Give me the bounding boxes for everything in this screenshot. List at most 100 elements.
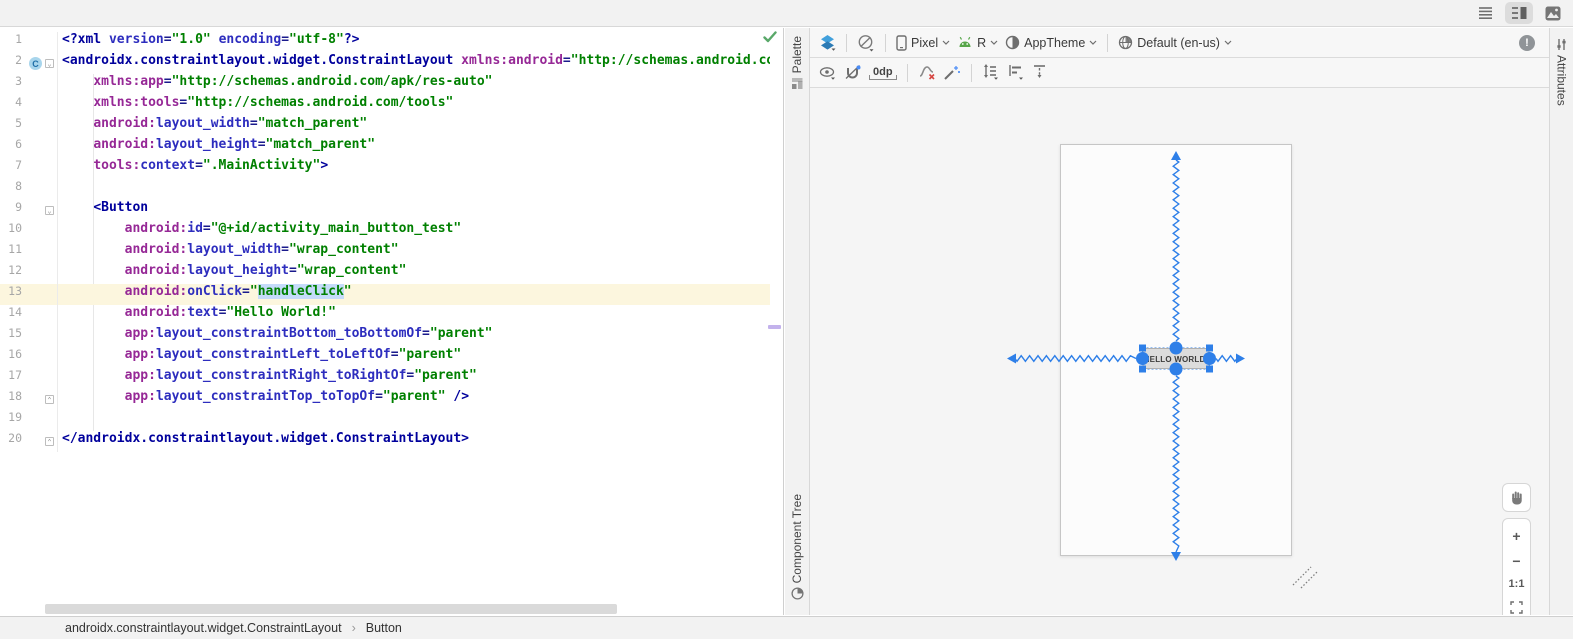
breadcrumb-constraintlayout[interactable]: androidx.constraintlayout.widget.Constra… xyxy=(65,621,342,635)
locale-selector[interactable]: Default (en-us) xyxy=(1118,35,1232,50)
code-text: <androidx.constraintlayout.widget.Constr… xyxy=(58,53,770,74)
code-text: android:onClick="handleClick" xyxy=(58,284,352,305)
chevron-down-icon xyxy=(1224,40,1232,45)
autoconnect-toggle[interactable] xyxy=(844,64,862,81)
line-number: 20 xyxy=(0,431,26,452)
code-text: app:layout_constraintTop_toTopOf="parent… xyxy=(58,389,469,410)
zoom-to-fit-icon[interactable] xyxy=(1510,601,1523,614)
gutter-icons xyxy=(26,347,58,368)
code-line[interactable]: 19 xyxy=(0,410,770,431)
code-line[interactable]: 4 xmlns:tools="http://schemas.android.co… xyxy=(0,95,770,116)
default-margin-selector[interactable]: 0dp xyxy=(869,66,897,80)
gutter-icons xyxy=(26,158,58,179)
code-text: xmlns:app="http://schemas.android.com/ap… xyxy=(58,74,493,95)
pan-tool-button[interactable] xyxy=(1502,483,1531,512)
code-line[interactable]: 20⌃</androidx.constraintlayout.widget.Co… xyxy=(0,431,770,452)
breadcrumb-button[interactable]: Button xyxy=(366,621,402,635)
component-tree-tab[interactable]: Component Tree xyxy=(785,494,809,600)
android-studio-layout-editor: 1<?xml version="1.0" encoding="utf-8"?>2… xyxy=(0,0,1573,639)
design-toolbar-constraints: 0dp xyxy=(810,58,1549,88)
design-surface-layers-icon xyxy=(819,34,836,51)
attributes-sliders-icon xyxy=(1555,38,1568,51)
split-view-icon xyxy=(1511,6,1527,20)
theme-selector[interactable]: AppTheme xyxy=(1005,35,1097,50)
design-view-button[interactable] xyxy=(1539,2,1567,24)
surface-mode-button[interactable] xyxy=(819,34,836,51)
code-line[interactable]: 14 android:text="Hello World!" xyxy=(0,305,770,326)
fold-end-marker[interactable]: ⌃ xyxy=(45,395,54,404)
night-mode-button[interactable] xyxy=(857,34,875,52)
line-number: 5 xyxy=(0,116,26,137)
design-left-stripe: Palette Component Tree xyxy=(785,28,810,615)
line-number: 18 xyxy=(0,389,26,410)
code-line[interactable]: 13 android:onClick="handleClick" xyxy=(0,284,770,305)
line-number: 9 xyxy=(0,200,26,221)
fold-start-marker[interactable]: ⌄ xyxy=(45,206,54,215)
pack-icon xyxy=(982,64,1000,81)
infer-constraints-button[interactable] xyxy=(943,64,961,81)
horizontal-scrollbar-thumb[interactable] xyxy=(45,604,617,614)
code-line[interactable]: 9 ⌄ <Button xyxy=(0,200,770,221)
theme-label: AppTheme xyxy=(1024,36,1085,50)
globe-icon xyxy=(1118,35,1133,50)
code-view-button[interactable] xyxy=(1471,2,1499,24)
context-gutter-icon[interactable]: C xyxy=(29,57,42,70)
api-version-selector[interactable]: R xyxy=(957,36,998,50)
code-line[interactable]: 17 app:layout_constraintRight_toRightOf=… xyxy=(0,368,770,389)
gutter-icons xyxy=(26,221,58,242)
design-canvas[interactable]: HELLO WORLD! xyxy=(810,89,1549,615)
component-breadcrumb-bar: androidx.constraintlayout.widget.Constra… xyxy=(0,616,1573,639)
align-button[interactable] xyxy=(1007,64,1025,81)
code-line[interactable]: 3 xmlns:app="http://schemas.android.com/… xyxy=(0,74,770,95)
code-line[interactable]: 5 android:layout_width="match_parent" xyxy=(0,116,770,137)
gutter-icons xyxy=(26,116,58,137)
code-line[interactable]: 8 xyxy=(0,179,770,200)
code-text: tools:context=".MainActivity"> xyxy=(58,158,328,179)
design-surface-panel: Pixel R AppTheme xyxy=(810,28,1549,615)
code-line[interactable]: 1 <?xml version="1.0" encoding="utf-8"?> xyxy=(0,32,770,53)
canvas-resize-handle[interactable] xyxy=(1293,567,1317,588)
guidelines-button[interactable] xyxy=(1032,64,1048,81)
gutter-icons xyxy=(26,137,58,158)
fold-end-marker[interactable]: ⌃ xyxy=(45,437,54,446)
zoom-in-button[interactable]: + xyxy=(1512,529,1520,543)
line-number: 1 xyxy=(0,32,26,53)
circle-slash-icon xyxy=(857,34,875,52)
code-line[interactable]: 11 android:layout_width="wrap_content" xyxy=(0,242,770,263)
code-line[interactable]: 15 app:layout_constraintBottom_toBottomO… xyxy=(0,326,770,347)
issue-panel-badge[interactable]: ! xyxy=(1519,35,1535,51)
attributes-tab[interactable]: Attributes xyxy=(1550,38,1573,106)
inspection-ok-icon[interactable] xyxy=(763,31,777,43)
pack-button[interactable] xyxy=(982,64,1000,81)
device-label: Pixel xyxy=(911,36,938,50)
gutter-icons xyxy=(26,263,58,284)
split-view-button[interactable] xyxy=(1505,2,1533,24)
code-text: <?xml version="1.0" encoding="utf-8"?> xyxy=(58,32,359,53)
code-line[interactable]: 12 android:layout_height="wrap_content" xyxy=(0,263,770,284)
code-text: app:layout_constraintRight_toRightOf="pa… xyxy=(58,368,477,389)
zoom-ratio-button[interactable]: 1:1 xyxy=(1509,579,1525,590)
toolbar-separator xyxy=(971,64,972,82)
clear-constraints-button[interactable] xyxy=(918,64,936,81)
code-text: app:layout_constraintLeft_toLeftOf="pare… xyxy=(58,347,461,368)
code-line[interactable]: 7 tools:context=".MainActivity"> xyxy=(0,158,770,179)
code-line[interactable]: 2C⌄<androidx.constraintlayout.widget.Con… xyxy=(0,53,770,74)
code-text: <Button xyxy=(58,200,148,221)
device-selector[interactable]: Pixel xyxy=(896,35,950,51)
code-line[interactable]: 10 android:id="@+id/activity_main_button… xyxy=(0,221,770,242)
code-line[interactable]: 6 android:layout_height="match_parent" xyxy=(0,137,770,158)
palette-tab[interactable]: Palette xyxy=(785,36,809,90)
view-options-button[interactable] xyxy=(819,65,837,81)
code-text: android:layout_width="wrap_content" xyxy=(58,242,399,263)
code-line[interactable]: 16 app:layout_constraintLeft_toLeftOf="p… xyxy=(0,347,770,368)
xml-code-editor[interactable]: 1<?xml version="1.0" encoding="utf-8"?>2… xyxy=(0,28,784,615)
fold-start-marker[interactable]: ⌄ xyxy=(45,59,54,68)
line-number: 15 xyxy=(0,326,26,347)
code-line[interactable]: 18 ⌃ app:layout_constraintTop_toTopOf="pa… xyxy=(0,389,770,410)
zoom-out-button[interactable]: − xyxy=(1512,554,1520,568)
component-tree-icon xyxy=(791,587,804,600)
device-screen[interactable] xyxy=(1060,144,1292,556)
line-number: 14 xyxy=(0,305,26,326)
code-view-icon xyxy=(1478,6,1493,20)
eye-icon xyxy=(819,65,837,81)
